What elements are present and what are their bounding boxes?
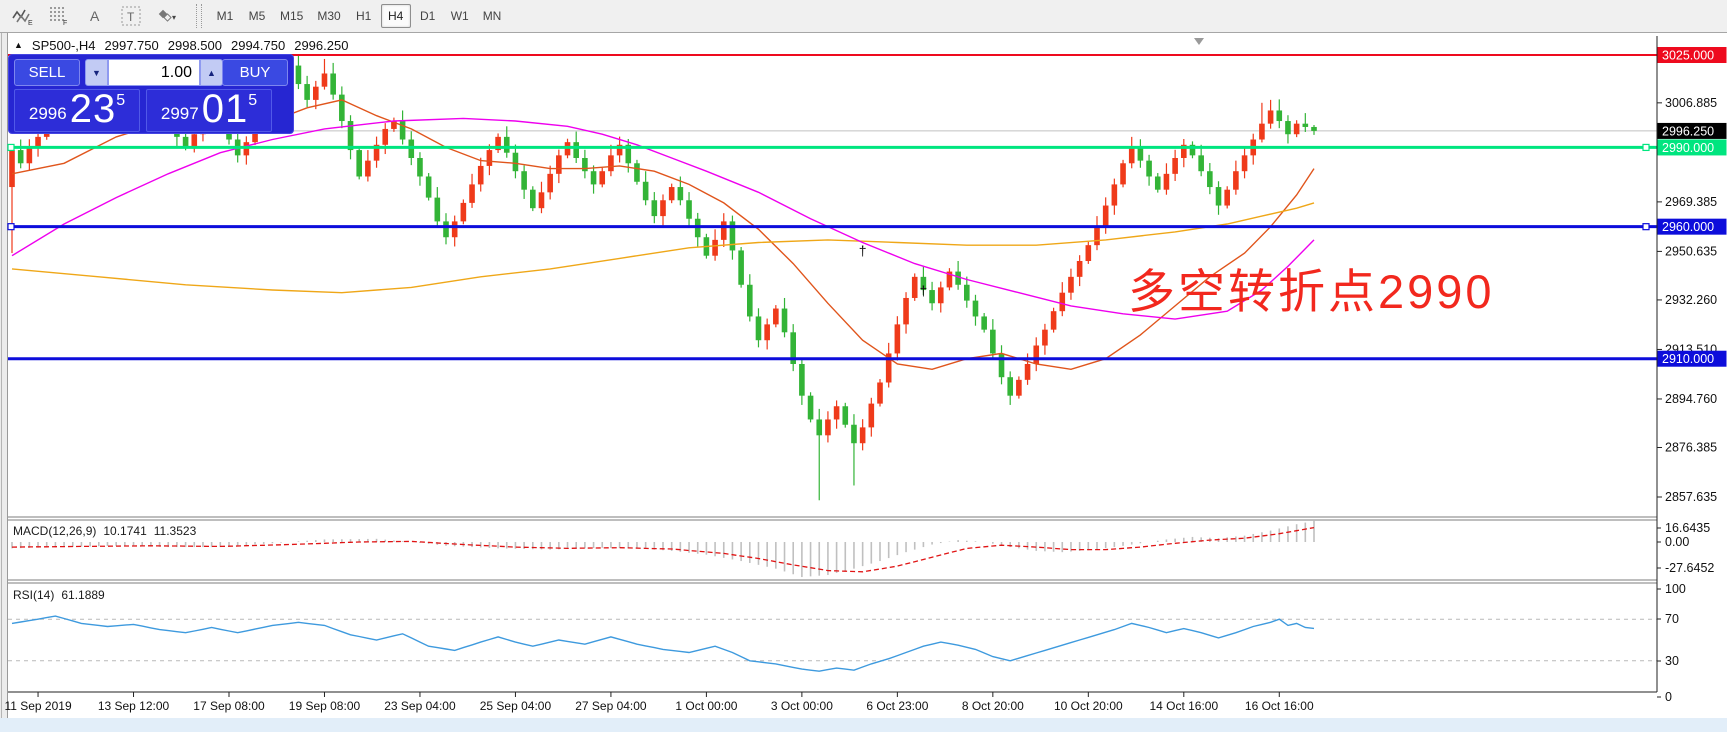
svg-text:25 Sep 04:00: 25 Sep 04:00 (480, 699, 552, 713)
collapse-icon[interactable]: ▲ (14, 40, 23, 50)
buy-button[interactable]: BUY (222, 59, 288, 86)
macd-signal-value: 11.3523 (154, 524, 197, 538)
svg-text:16 Oct 16:00: 16 Oct 16:00 (1245, 699, 1314, 713)
bottom-band (0, 718, 1727, 732)
sell-price-sup: 5 (116, 93, 125, 109)
svg-text:2996.250: 2996.250 (1662, 124, 1714, 138)
svg-text:3025.000: 3025.000 (1662, 49, 1714, 63)
chart-text-annotation[interactable]: 多空转折点2990 (1128, 253, 1495, 322)
quote-low: 2994.750 (231, 38, 285, 53)
quote-header: ▲ SP500-,H4 2997.750 2998.500 2994.750 2… (14, 38, 348, 53)
buy-price-button[interactable]: 2997015 (146, 89, 272, 132)
rsi-scale-label: 30 (1665, 654, 1679, 668)
svg-text:2894.760: 2894.760 (1665, 392, 1717, 406)
macd-scale-label: 0.00 (1665, 535, 1689, 549)
rsi-value: 61.1889 (61, 588, 104, 602)
price-label-2910.000: 2910.000 (1658, 351, 1727, 367)
one-click-trading-panel: SELL ▼ ▲ BUY 2996235 2997015 (8, 54, 294, 134)
rsi-scale-label: 100 (1665, 582, 1686, 596)
volume-input[interactable] (108, 59, 200, 86)
svg-text:11 Sep 2019: 11 Sep 2019 (4, 699, 71, 713)
svg-text:2876.385: 2876.385 (1665, 440, 1717, 454)
macd-scale-label: 16.6435 (1665, 521, 1710, 535)
macd-header: MACD(12,26,9) 10.1741 11.3523 (13, 524, 196, 538)
trade-panel-row: SELL ▼ ▲ BUY (9, 59, 293, 87)
quote-high: 2998.500 (168, 38, 222, 53)
svg-text:1 Oct 00:00: 1 Oct 00:00 (675, 699, 737, 713)
svg-text:6 Oct 23:00: 6 Oct 23:00 (866, 699, 928, 713)
rsi-scale-label: 0 (1665, 690, 1672, 704)
quote-close: 2996.250 (294, 38, 348, 53)
price-label-2990.000: 2990.000 (1658, 139, 1727, 155)
buy-price-small: 2997 (161, 99, 199, 129)
price-label-2996.250: 2996.250 (1658, 123, 1727, 139)
buy-price-sup: 5 (248, 93, 257, 109)
sell-button[interactable]: SELL (14, 59, 80, 86)
svg-text:2960.000: 2960.000 (1662, 220, 1714, 234)
svg-text:2857.635: 2857.635 (1665, 490, 1717, 504)
svg-text:13 Sep 12:00: 13 Sep 12:00 (98, 699, 170, 713)
rsi-header: RSI(14) 61.1889 (13, 588, 105, 602)
volume-decrease-button[interactable]: ▼ (85, 59, 108, 86)
chevron-down-icon: ▼ (92, 68, 101, 78)
svg-text:10 Oct 20:00: 10 Oct 20:00 (1054, 699, 1123, 713)
svg-text:3 Oct 00:00: 3 Oct 00:00 (771, 699, 833, 713)
macd-scale-label: -27.6452 (1665, 561, 1714, 575)
price-label-3025.000: 3025.000 (1658, 47, 1727, 63)
macd-label: MACD(12,26,9) (13, 524, 96, 538)
svg-text:2932.260: 2932.260 (1665, 293, 1717, 307)
volume-increase-button[interactable]: ▲ (200, 59, 223, 86)
svg-text:27 Sep 04:00: 27 Sep 04:00 (575, 699, 647, 713)
sell-price-button[interactable]: 2996235 (14, 89, 140, 132)
svg-text:3006.885: 3006.885 (1665, 96, 1717, 110)
svg-text:2990.000: 2990.000 (1662, 141, 1714, 155)
macd-hist-value: 10.1741 (103, 524, 146, 538)
svg-text:2950.635: 2950.635 (1665, 244, 1717, 258)
sell-price-big: 23 (70, 89, 117, 129)
price-label-2960.000: 2960.000 (1658, 219, 1727, 235)
svg-text:2910.000: 2910.000 (1662, 352, 1714, 366)
buy-price-big: 01 (202, 89, 249, 129)
svg-text:2969.385: 2969.385 (1665, 195, 1717, 209)
mt4-chart-window: EFAT▾ M1M5M15M30H1H4D1W1MN ††3006.885296… (0, 0, 1727, 732)
svg-text:8 Oct 20:00: 8 Oct 20:00 (962, 699, 1024, 713)
rsi-scale-label: 70 (1665, 612, 1679, 626)
cross-marker[interactable]: † (920, 282, 928, 298)
symbol-period-label: SP500-,H4 (32, 38, 96, 53)
quote-open: 2997.750 (105, 38, 159, 53)
svg-text:17 Sep 08:00: 17 Sep 08:00 (193, 699, 265, 713)
svg-text:19 Sep 08:00: 19 Sep 08:00 (289, 699, 361, 713)
svg-text:14 Oct 16:00: 14 Oct 16:00 (1149, 699, 1218, 713)
cross-marker[interactable]: † (859, 243, 867, 259)
svg-text:23 Sep 04:00: 23 Sep 04:00 (384, 699, 456, 713)
chevron-up-icon: ▲ (207, 68, 216, 78)
rsi-label: RSI(14) (13, 588, 54, 602)
sell-price-small: 2996 (29, 99, 67, 129)
